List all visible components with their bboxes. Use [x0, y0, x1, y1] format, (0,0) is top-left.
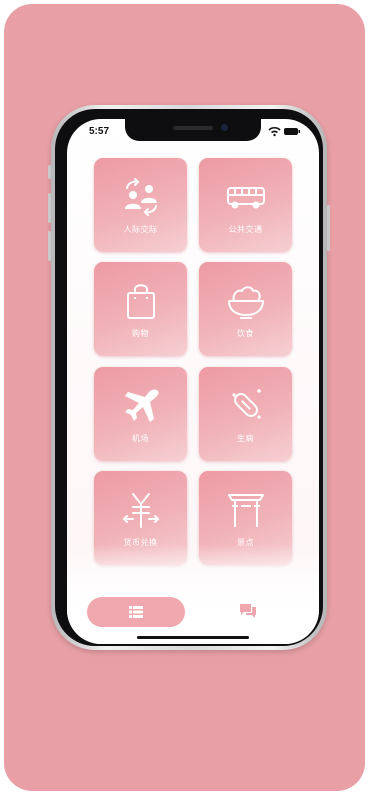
battery-icon [284, 128, 298, 135]
list-icon [129, 606, 143, 618]
wifi-icon-inner [271, 130, 278, 134]
airplane-icon [125, 389, 159, 422]
home-indicator [137, 636, 249, 639]
iphone-frame: 人际交际 公共交通 购物 饮食 机场 生病 货币兑换 景点 5:57 [48, 105, 330, 650]
status-time: 5:57 [89, 126, 110, 137]
tile-sick[interactable]: 生病 [199, 367, 292, 461]
tab-bar [67, 594, 319, 630]
speaker [173, 126, 213, 130]
bus-icon [227, 187, 265, 209]
tile-social[interactable]: 人际交际 [94, 158, 187, 252]
volume-down-button [48, 231, 51, 261]
tile-label: 生病 [237, 434, 254, 443]
volume-up-button [48, 193, 51, 223]
side-button [327, 205, 330, 251]
app-store-screenshot-background: 人际交际 公共交通 购物 饮食 机场 生病 货币兑换 景点 5:57 [4, 4, 365, 791]
pill-icon [232, 389, 261, 419]
battery-tip [298, 130, 300, 133]
tile-transit[interactable]: 公共交通 [199, 158, 292, 252]
front-camera [221, 124, 228, 131]
tile-label: 饮食 [237, 329, 254, 338]
tile-shopping[interactable]: 购物 [94, 262, 187, 356]
wifi-icon [268, 126, 281, 131]
tile-airport[interactable]: 机场 [94, 367, 187, 461]
mute-switch [48, 165, 51, 179]
wifi-icon-dot [273, 133, 276, 137]
tile-label: 机场 [132, 434, 149, 443]
gate-icon [228, 494, 264, 527]
notch [125, 119, 261, 141]
tab-chat[interactable] [235, 598, 261, 624]
tile-label: 公共交通 [228, 225, 263, 234]
tab-list[interactable] [87, 597, 185, 627]
rice-bowl-icon [228, 286, 264, 319]
tile-label: 人际交际 [123, 225, 158, 234]
phone-bezel: 人际交际 公共交通 购物 饮食 机场 生病 货币兑换 景点 5:57 [55, 109, 323, 646]
tile-food[interactable]: 饮食 [199, 262, 292, 356]
shopping-bag-icon [127, 284, 155, 319]
status-icons [268, 126, 300, 137]
chat-icon [240, 604, 256, 618]
app-screen: 人际交际 公共交通 购物 饮食 机场 生病 货币兑换 景点 5:57 [67, 119, 319, 644]
people-exchange-icon [125, 178, 157, 216]
tile-label: 购物 [132, 329, 149, 338]
yen-exchange-icon [122, 493, 160, 528]
